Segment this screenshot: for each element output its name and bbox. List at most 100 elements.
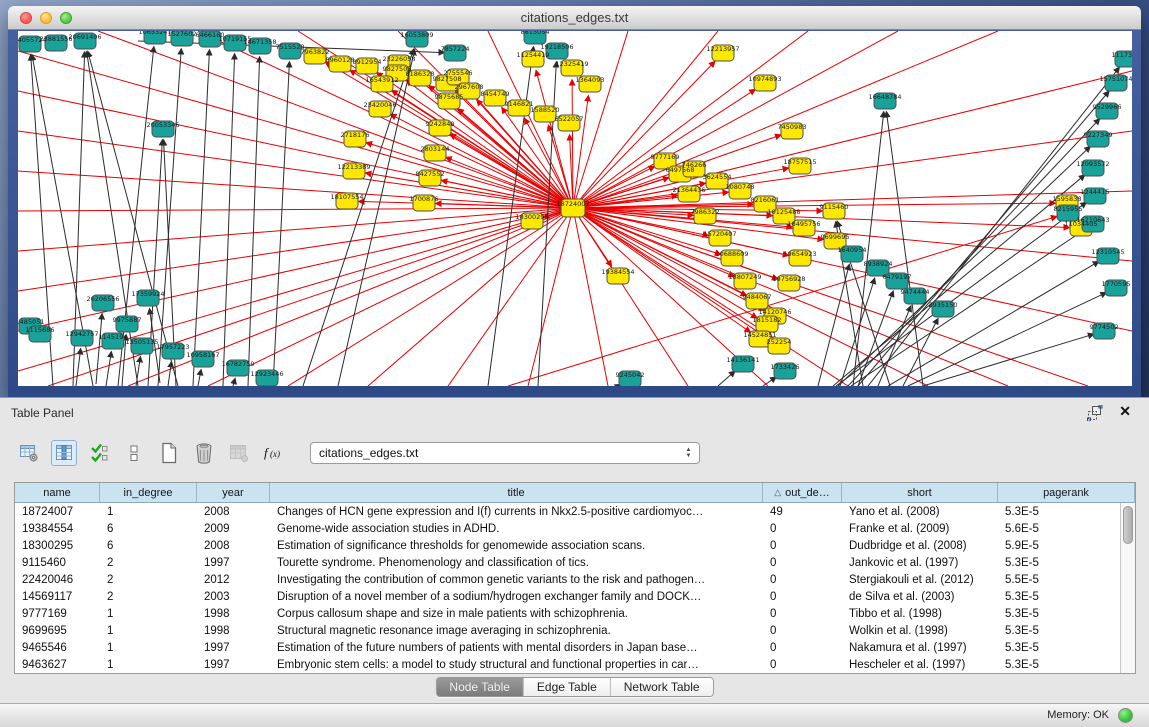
graph-node-label: 10688609 [715,250,748,258]
graph-node-label: 7986322 [691,208,720,216]
graph-node-label: 9242848 [426,120,455,128]
graph-edge [888,262,1099,386]
graph-node-label: 12213957 [706,45,739,53]
graph-node-label: 19218506 [540,43,573,51]
citation-network-graph[interactable]: 1872400718300295193845549777169649756874… [18,31,1132,386]
graph-node-label: 8186328 [406,70,435,78]
table-row[interactable]: 1872400712008Changes of HCN gene express… [15,503,1135,520]
memory-status-label: Memory: OK [1047,709,1109,721]
table-cell-in_degree: 2 [100,571,197,588]
table-row[interactable]: 1830029562008Estimation of significance … [15,537,1135,554]
graph-edge [76,349,81,386]
table-scrollbar-thumb[interactable] [1123,506,1133,544]
graph-node-label: 10958167 [186,351,219,359]
column-header-name[interactable]: name [15,483,100,502]
column-header-in_degree[interactable]: in_degree [100,483,197,502]
tab-edge-table[interactable]: Edge Table [523,678,610,696]
table-cell-name: 18724007 [15,503,100,520]
graph-node-label: 19756928 [772,275,805,283]
table-row[interactable]: 977716911998Corpus callosum shape and si… [15,605,1135,622]
float-panel-icon[interactable] [1087,405,1103,421]
table-selector-dropdown[interactable]: citations_edges.txt ▲▼ [310,442,700,464]
column-header-year[interactable]: year [197,483,270,502]
table-cell-pagerank: 5.9E-5 [998,537,1135,554]
graph-edge [303,49,414,386]
column-header-out_degree[interactable]: △out_de… [763,483,842,502]
graph-node-label: 16053809 [400,31,433,39]
graph-node-label: 18724007 [556,200,589,208]
graph-edge [763,377,776,386]
graph-node-label: 9975887 [113,316,142,324]
graph-node-label: 8912954 [353,58,382,66]
graph-edge [508,217,1057,386]
table-row[interactable]: 946362711997Embryonic stem cells: a mode… [15,656,1135,673]
close-panel-icon[interactable]: ✕ [1119,403,1131,420]
graph-node-label: 1115686 [26,326,55,334]
function-builder-button[interactable]: f (x) [261,440,287,466]
graph-node-label: 19384554 [601,268,634,276]
graph-node-label: 8454749 [481,90,510,98]
table-cell-year: 2008 [197,503,270,520]
graph-edge [573,31,808,208]
show-columns-button[interactable] [51,440,77,466]
graph-edge [448,208,573,386]
table-cell-name: 9777169 [15,605,100,622]
table-row[interactable]: 946554611997Estimation of the future num… [15,639,1135,656]
column-header-short[interactable]: short [842,483,998,502]
graph-node-label: 8938924 [864,260,893,268]
deselect-all-button[interactable] [121,440,147,466]
table-row[interactable]: 1456911722003Disruption of a novel membe… [15,588,1135,605]
table-cell-short: Yano et al. (2008) [842,503,998,520]
table-cell-name: 9699695 [15,622,100,639]
graph-node-label: 7450983 [778,123,807,131]
select-all-icon [90,443,108,463]
table-cell-year: 1998 [197,605,270,622]
graph-edge [18,208,573,251]
table-cell-out_degree: 0 [763,571,842,588]
graph-node-label: 12942757 [65,330,98,338]
network-window-titlebar[interactable]: citations_edges.txt [8,6,1141,30]
graph-node-label: 18495756 [787,220,820,228]
table-row[interactable]: 911546021997Tourette syndrome. Phenomeno… [15,554,1135,571]
graph-node-label: 1364093 [576,76,605,84]
graph-edge [833,175,1085,386]
graph-node-label: 9115460 [820,203,849,211]
tab-network-table[interactable]: Network Table [610,678,713,696]
graph-node-label: 1733426 [771,363,800,371]
graph-edge [223,54,235,386]
network-view-window[interactable]: citations_edges.txt 18724007183002951938… [8,6,1141,397]
table-cell-short: Franke et al. (2009) [842,520,998,537]
new-table-button[interactable] [156,440,182,466]
tab-node-table[interactable]: Node Table [436,678,523,696]
table-cell-title: Estimation of significance thresholds fo… [270,537,763,554]
table-cell-short: Dudbridge et al. (2008) [842,537,998,554]
table-cell-name: 9465546 [15,639,100,656]
table-panel-title: Table Panel [11,406,74,420]
table-cell-year: 2008 [197,537,270,554]
graph-node-label: 16543912 [365,76,398,84]
column-header-pagerank[interactable]: pagerank [998,483,1135,502]
column-header-title[interactable]: title [270,483,763,502]
graph-edge [818,265,849,386]
graph-node-label: 23420046 [363,101,396,109]
network-canvas[interactable]: 1872400718300295193845549777169649756874… [18,31,1132,386]
table-cell-pagerank: 5.3E-5 [998,656,1135,673]
delete-table-button[interactable] [191,440,217,466]
select-all-button[interactable] [86,440,112,466]
memory-ok-indicator[interactable] [1118,708,1133,723]
table-settings-button[interactable] [16,440,42,466]
table-row[interactable]: 2242004622012Investigating the contribut… [15,571,1135,588]
graph-edge [573,208,1008,386]
table-selector-value: citations_edges.txt [319,446,418,460]
table-cell-name: 18300295 [15,537,100,554]
table-cell-short: Nakamura et al. (1997) [842,639,998,656]
table-cell-pagerank: 5.3E-5 [998,622,1135,639]
import-table-button[interactable] [226,440,252,466]
table-row[interactable]: 1938455462009Genome-wide association stu… [15,520,1135,537]
graph-edge [18,208,573,211]
table-row[interactable]: 969969511998Structural magnetic resonanc… [15,622,1135,639]
table-cell-out_degree: 0 [763,639,842,656]
graph-node-label: 7963822 [301,48,330,56]
table-scrollbar[interactable] [1120,503,1135,673]
graph-node-label: 20206556 [86,295,119,303]
